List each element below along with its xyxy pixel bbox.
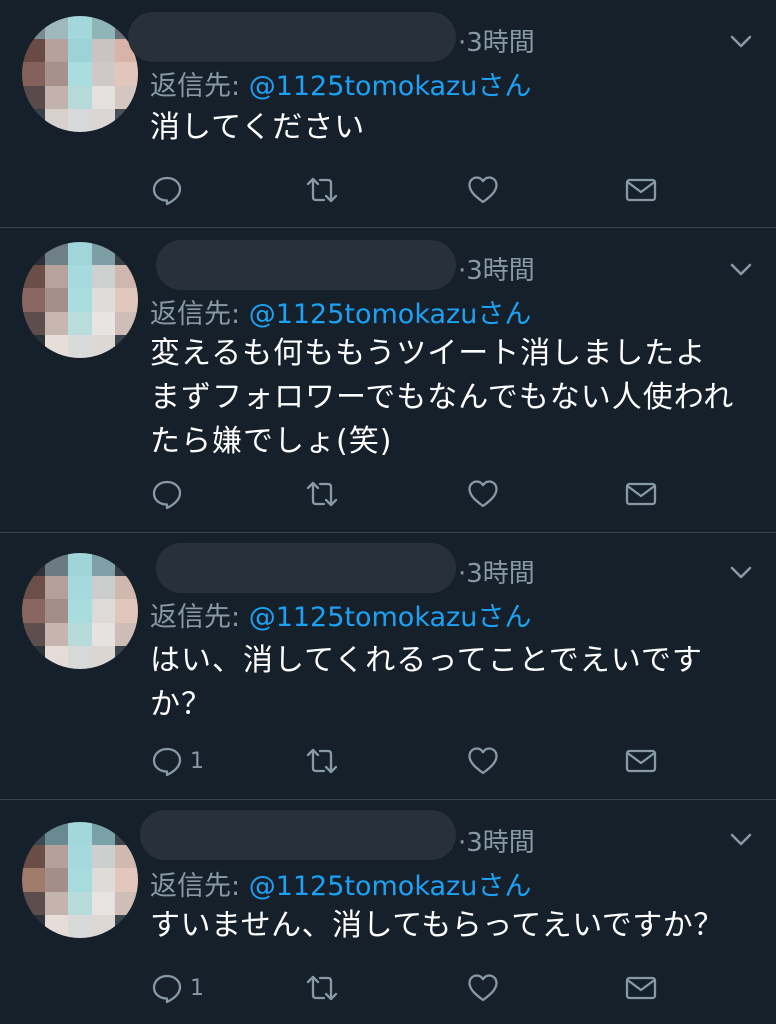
reply-button[interactable]	[150, 474, 190, 514]
tweet-time[interactable]: ·3時間	[458, 250, 535, 287]
dm-button[interactable]	[624, 741, 658, 781]
author-name-redacted[interactable]	[140, 810, 456, 860]
reply-icon	[152, 176, 182, 206]
tweet[interactable]: ·3時間 返信先: @1125tomokazuさん 変えるも何ももうツイート消し…	[0, 228, 776, 533]
reply-to-handle[interactable]: @1125tomokazuさん	[249, 299, 532, 330]
retweet-icon	[306, 177, 338, 203]
mail-icon	[625, 482, 657, 506]
like-button[interactable]	[466, 170, 500, 210]
dm-button[interactable]	[624, 170, 658, 210]
chevron-down-icon[interactable]	[728, 559, 754, 585]
retweet-button[interactable]	[305, 968, 339, 1008]
retweet-icon	[306, 975, 338, 1001]
tweet-text: すいません、消してもらってえいですか？	[150, 908, 724, 943]
tweet-actions: 1	[150, 741, 670, 781]
avatar[interactable]	[22, 242, 138, 358]
dm-button[interactable]	[624, 968, 658, 1008]
retweet-button[interactable]	[305, 474, 339, 514]
dm-button[interactable]	[624, 474, 658, 514]
reply-to-line: 返信先: @1125tomokazuさん	[150, 595, 531, 634]
retweet-icon	[306, 748, 338, 774]
avatar[interactable]	[22, 553, 138, 669]
reply-icon	[152, 480, 182, 510]
reply-button[interactable]	[150, 170, 190, 210]
reply-to-handle[interactable]: @1125tomokazuさん	[249, 71, 532, 102]
avatar[interactable]	[22, 822, 138, 938]
author-name-redacted[interactable]	[156, 543, 456, 593]
tweet[interactable]: ·3時間 返信先: @1125tomokazuさん すいません、消してもらってえ…	[0, 800, 776, 1024]
reply-to-label: 返信先:	[150, 71, 249, 102]
tweet-actions	[150, 170, 670, 210]
tweet-actions: 1	[150, 968, 670, 1008]
tweet-time[interactable]: ·3時間	[458, 553, 535, 590]
author-name-redacted[interactable]	[128, 12, 456, 62]
like-button[interactable]	[466, 741, 500, 781]
heart-icon	[468, 480, 498, 508]
like-button[interactable]	[466, 968, 500, 1008]
heart-icon	[468, 974, 498, 1002]
mail-icon	[625, 749, 657, 773]
reply-icon	[152, 974, 182, 1004]
reply-button[interactable]: 1	[150, 741, 204, 781]
heart-icon	[468, 176, 498, 204]
heart-icon	[468, 747, 498, 775]
reply-button[interactable]: 1	[150, 968, 204, 1008]
tweet[interactable]: ·3時間 返信先: @1125tomokazuさん 消してください	[0, 0, 776, 228]
tweet-text: 消してください	[150, 110, 366, 145]
chevron-down-icon[interactable]	[728, 28, 754, 54]
tweet-time[interactable]: ·3時間	[458, 22, 535, 59]
reply-to-line: 返信先: @1125tomokazuさん	[150, 864, 531, 903]
avatar[interactable]	[22, 16, 138, 132]
author-name-redacted[interactable]	[156, 240, 456, 290]
reply-to-label: 返信先:	[150, 299, 249, 330]
tweet[interactable]: ·3時間 返信先: @1125tomokazuさん はい、消してくれるってことで…	[0, 533, 776, 800]
tweet-actions	[150, 474, 670, 514]
retweet-button[interactable]	[305, 741, 339, 781]
reply-to-line: 返信先: @1125tomokazuさん	[150, 292, 531, 331]
reply-to-label: 返信先:	[150, 871, 249, 902]
chevron-down-icon[interactable]	[728, 826, 754, 852]
mail-icon	[625, 976, 657, 1000]
reply-to-line: 返信先: @1125tomokazuさん	[150, 64, 531, 103]
retweet-icon	[306, 481, 338, 507]
reply-count: 1	[190, 748, 204, 774]
tweet-text: 変えるも何ももうツイート消しましたよ まずフォロワーでもなんでもない人使われたら…	[150, 336, 735, 459]
mail-icon	[625, 178, 657, 202]
reply-to-handle[interactable]: @1125tomokazuさん	[249, 871, 532, 902]
like-button[interactable]	[466, 474, 500, 514]
retweet-button[interactable]	[305, 170, 339, 210]
tweet-time[interactable]: ·3時間	[458, 822, 535, 859]
reply-to-handle[interactable]: @1125tomokazuさん	[249, 602, 532, 633]
reply-to-label: 返信先:	[150, 602, 249, 633]
reply-icon	[152, 747, 182, 777]
tweet-text: はい、消してくれるってことでえいですか？	[150, 643, 703, 722]
reply-count: 1	[190, 975, 204, 1001]
chevron-down-icon[interactable]	[728, 256, 754, 282]
